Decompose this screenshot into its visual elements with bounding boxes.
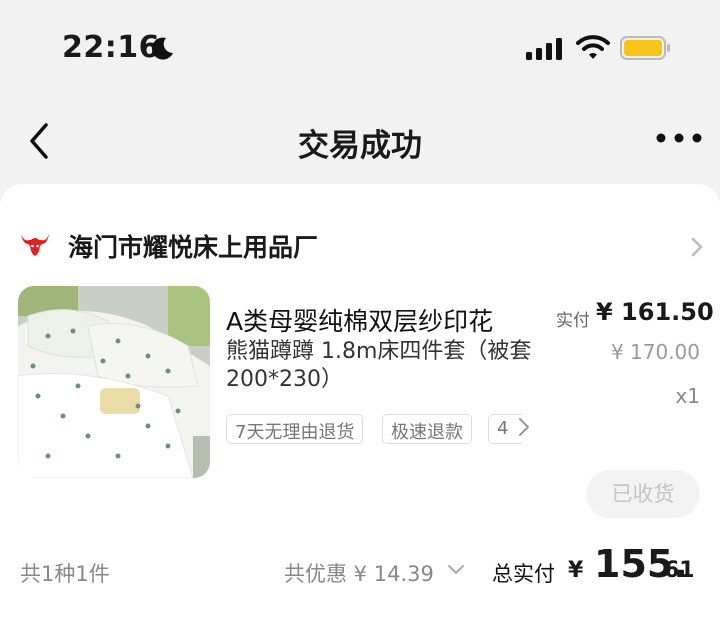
tag-7day-return: 7天无理由退货 <box>226 414 364 444</box>
battery-icon <box>620 36 670 60</box>
item-count: 共1种1件 <box>20 562 110 586</box>
original-price: ¥ 170.00 <box>610 340 700 364</box>
total-amount-decimal: 61 <box>664 558 695 583</box>
chevron-right-icon[interactable] <box>518 417 530 437</box>
wifi-icon <box>576 35 610 59</box>
paid-label: 实付 <box>556 311 590 331</box>
chevron-right-icon[interactable] <box>690 236 704 258</box>
received-status-button[interactable]: 已收货 <box>586 470 700 518</box>
chevron-down-icon[interactable] <box>446 562 466 578</box>
bedding-set-photo <box>18 286 210 478</box>
shop-name[interactable]: 海门市耀悦床上用品厂 <box>68 228 318 264</box>
more-dots-icon[interactable] <box>656 132 702 144</box>
status-time: 22:16 <box>62 30 160 65</box>
total-currency: ¥ <box>568 558 584 583</box>
tag-more: 4 <box>488 414 522 444</box>
paid-price: ¥ 161.50 <box>596 298 714 326</box>
moon-icon <box>151 37 173 60</box>
cellular-signal-icon <box>526 38 562 60</box>
product-name-line2[interactable]: 熊猫蹲蹲 1.8m床四件套（被套200*230） <box>226 338 536 394</box>
tag-fast-refund: 极速退款 <box>382 414 472 444</box>
product-image[interactable] <box>18 286 210 478</box>
page-title: 交易成功 <box>298 128 422 164</box>
total-paid-label: 总实付 <box>492 562 555 586</box>
discount-total[interactable]: 共优惠 ¥ 14.39 <box>284 558 434 588</box>
bull-logo-icon <box>21 234 49 256</box>
product-name-line1[interactable]: A类母婴纯棉双层纱印花 <box>226 302 493 338</box>
quantity: x1 <box>675 384 700 408</box>
